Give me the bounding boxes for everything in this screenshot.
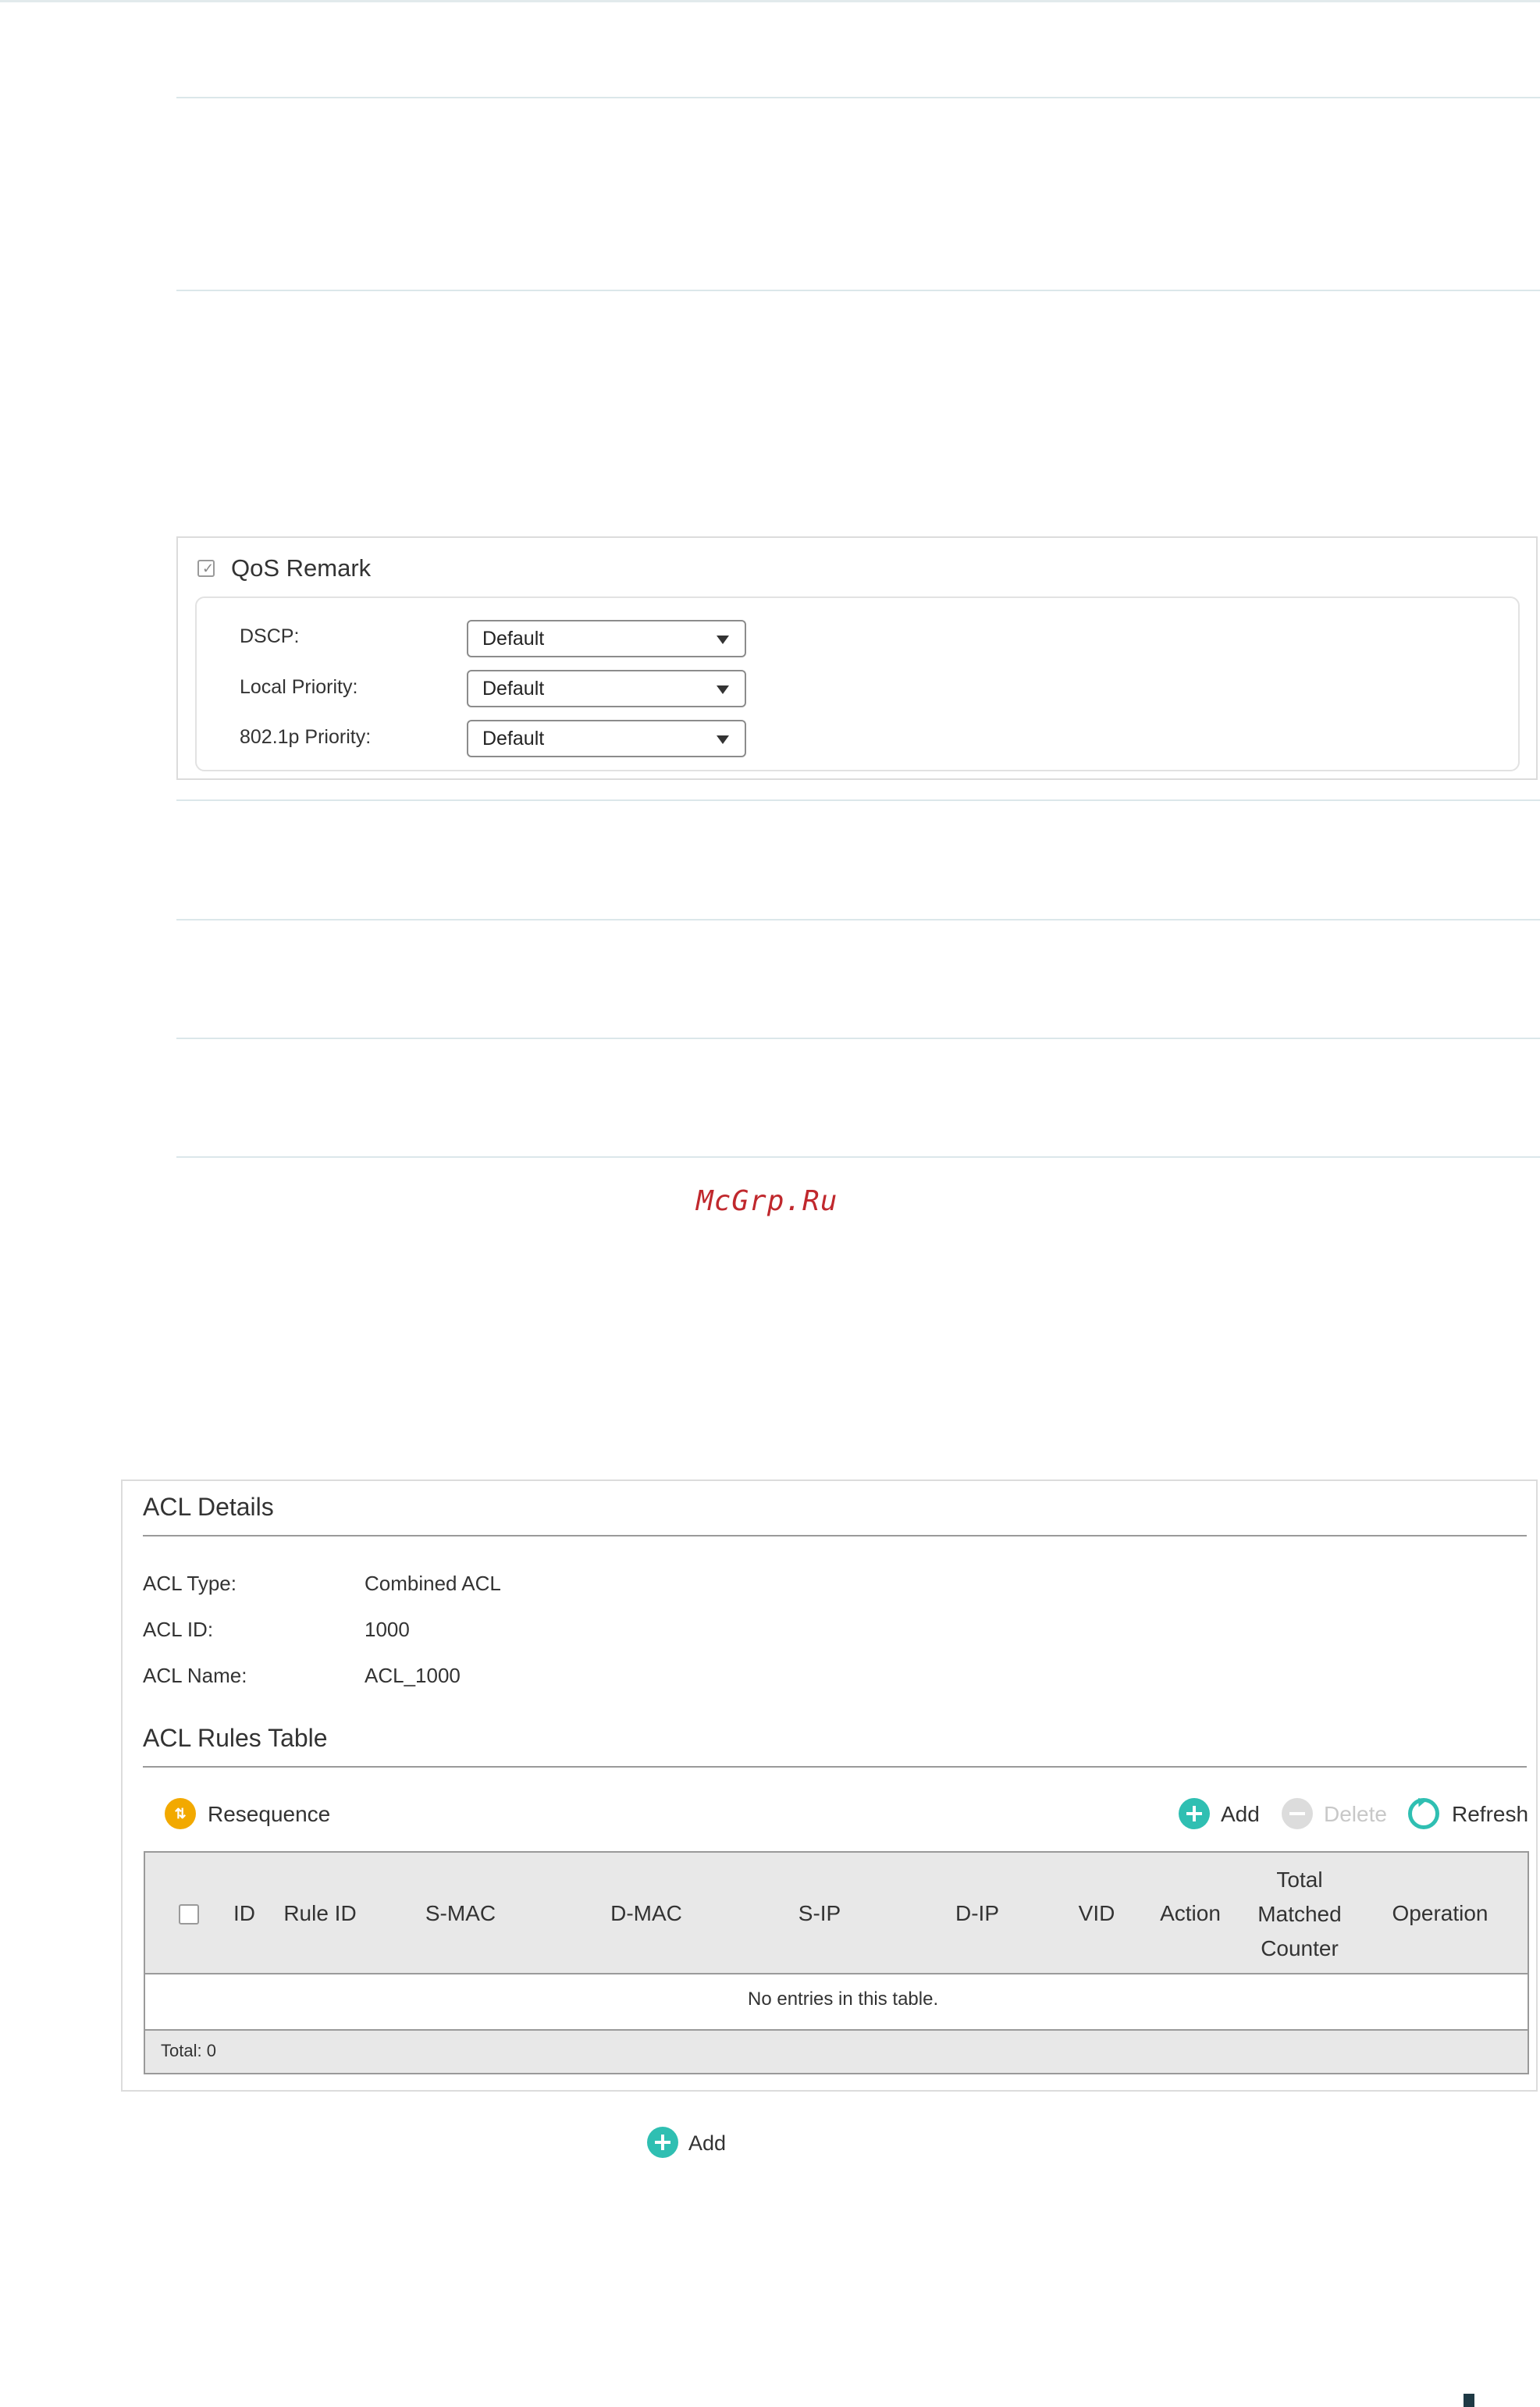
column-header-operation[interactable]: Operation	[1382, 1896, 1499, 1931]
acl-rules-title: ACL Rules Table	[143, 1724, 328, 1752]
column-header-d-mac[interactable]: D-MAC	[599, 1896, 693, 1931]
column-header-s-ip[interactable]: S-IP	[781, 1896, 859, 1931]
divider	[176, 97, 1540, 98]
acl-id-value: 1000	[365, 1618, 410, 1641]
column-header-total-matched-counter[interactable]: Total Matched Counter	[1249, 1863, 1350, 1966]
resequence-button[interactable]: ⇅ Resequence	[165, 1798, 336, 1831]
empty-table-message: No entries in this table.	[748, 1989, 939, 2010]
chevron-down-icon	[717, 685, 729, 694]
dscp-label: DSCP:	[240, 625, 300, 647]
section-divider	[143, 1766, 1527, 1768]
column-header-rule-id[interactable]: Rule ID	[273, 1896, 367, 1931]
resequence-label: Resequence	[208, 1802, 331, 1826]
8021p-priority-select[interactable]: Default	[467, 720, 746, 757]
column-header-action[interactable]: Action	[1151, 1896, 1229, 1931]
acl-name-value: ACL_1000	[365, 1664, 461, 1687]
qos-remark-checkbox[interactable]: ✓	[197, 560, 215, 577]
local-priority-value: Default	[482, 678, 545, 700]
acl-type-label: ACL Type:	[143, 1572, 237, 1595]
add-label: Add	[688, 2131, 727, 2155]
column-header-line: Matched	[1257, 1902, 1342, 1926]
acl-id-label: ACL ID:	[143, 1618, 214, 1641]
top-divider	[0, 0, 1540, 2]
column-header-line: Total	[1276, 1868, 1323, 1892]
column-header-id[interactable]: ID	[225, 1896, 264, 1931]
delete-label: Delete	[1324, 1802, 1387, 1826]
section-divider	[143, 1535, 1527, 1536]
qos-remark-label: QoS Remark	[231, 554, 372, 582]
qos-remark-settings	[195, 596, 1520, 771]
local-priority-select[interactable]: Default	[467, 670, 746, 707]
acl-details-title: ACL Details	[143, 1493, 274, 1521]
divider	[176, 1156, 1540, 1158]
add-button[interactable]: Add	[647, 2127, 733, 2160]
divider	[176, 290, 1540, 291]
table-total: Total: 0	[161, 2041, 216, 2060]
divider	[176, 799, 1540, 801]
table-footer	[145, 2029, 1528, 2073]
refresh-icon	[1408, 1798, 1439, 1829]
8021p-priority-label: 802.1p Priority:	[240, 726, 372, 748]
plus-circle-icon	[647, 2127, 678, 2158]
divider	[176, 919, 1540, 920]
column-header-vid[interactable]: VID	[1069, 1896, 1124, 1931]
dscp-select[interactable]: Default	[467, 620, 746, 657]
divider	[176, 1038, 1540, 1039]
check-icon: ✓	[202, 561, 215, 576]
add-label: Add	[1221, 1802, 1260, 1826]
add-rule-button[interactable]: Add	[1179, 1798, 1264, 1831]
page-corner-mark	[1464, 2394, 1474, 2407]
chevron-down-icon	[717, 735, 729, 744]
minus-circle-icon	[1282, 1798, 1313, 1829]
plus-circle-icon	[1179, 1798, 1210, 1829]
refresh-label: Refresh	[1452, 1802, 1529, 1826]
refresh-button[interactable]: Refresh	[1408, 1798, 1533, 1831]
8021p-priority-value: Default	[482, 728, 545, 750]
dscp-value: Default	[482, 628, 545, 650]
select-all-checkbox[interactable]	[179, 1904, 199, 1925]
acl-type-value: Combined ACL	[365, 1572, 501, 1595]
delete-rule-button[interactable]: Delete	[1282, 1798, 1391, 1831]
column-header-s-mac[interactable]: S-MAC	[414, 1896, 507, 1931]
watermark: McGrp.Ru	[696, 1185, 838, 1217]
acl-name-label: ACL Name:	[143, 1664, 247, 1687]
column-header-d-ip[interactable]: D-IP	[938, 1896, 1016, 1931]
local-priority-label: Local Priority:	[240, 676, 358, 698]
chevron-down-icon	[717, 636, 729, 644]
resequence-icon: ⇅	[165, 1798, 196, 1829]
column-header-line: Counter	[1261, 1936, 1339, 1960]
